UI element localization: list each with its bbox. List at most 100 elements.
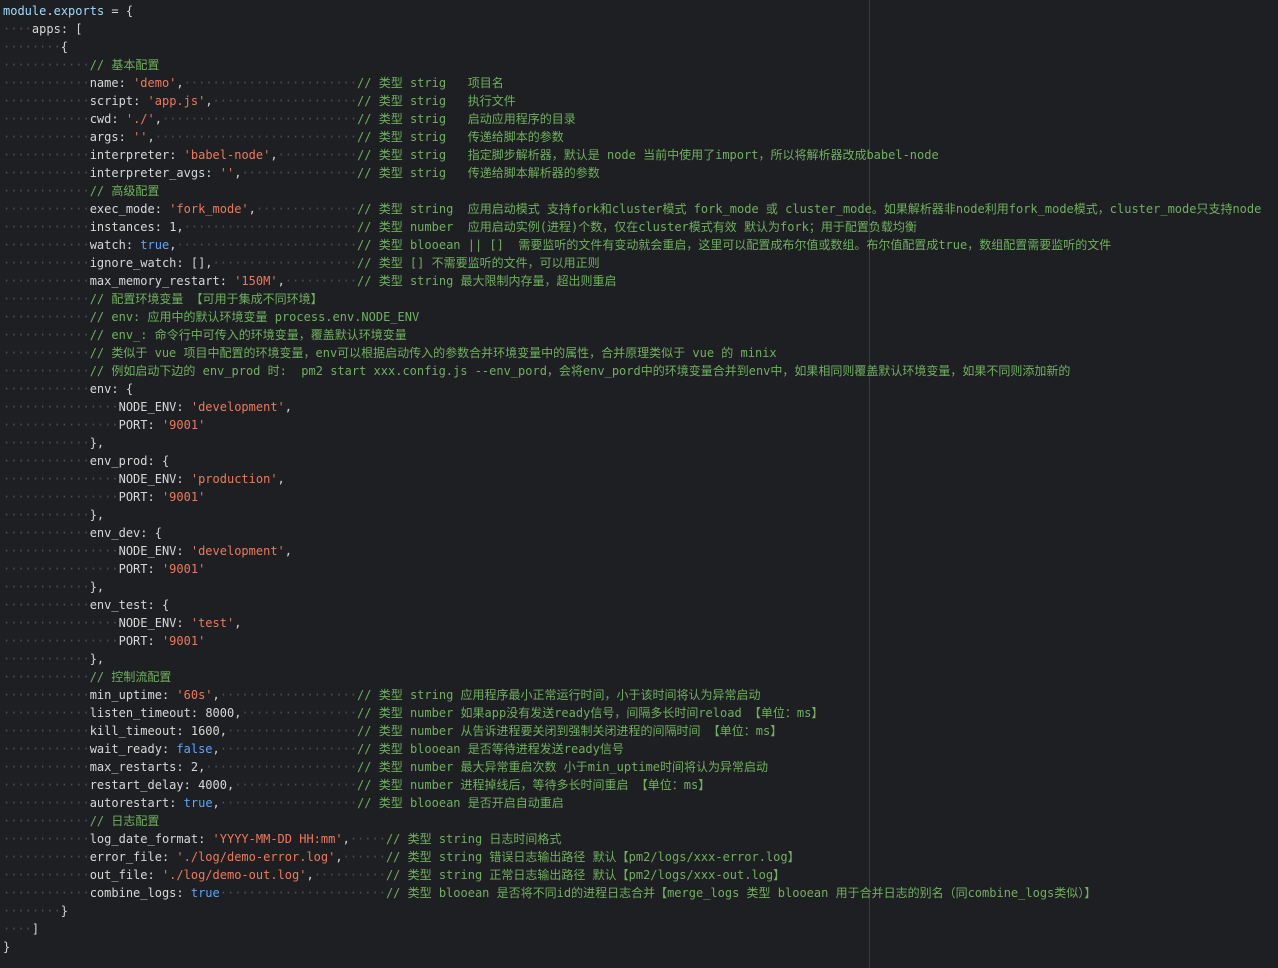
code-line[interactable]: ············kill_timeout: 1600,·········… xyxy=(3,722,1278,740)
code-comment: // 类型 string 应用程序最小正常运行时间，小于该时间将认为异常启动 xyxy=(357,688,761,702)
code-token: , xyxy=(306,868,314,882)
code-token: : xyxy=(147,418,162,432)
code-token: , xyxy=(335,850,343,864)
whitespace-marker: ····················· xyxy=(205,760,358,774)
code-token: : xyxy=(125,238,141,252)
code-line[interactable]: ············}, xyxy=(3,650,1278,668)
code-line[interactable]: ················NODE_ENV: 'test', xyxy=(3,614,1278,632)
code-token: : xyxy=(176,544,191,558)
code-line[interactable]: ············watch: true,················… xyxy=(3,236,1278,254)
code-line[interactable]: ············env_test: { xyxy=(3,596,1278,614)
code-line[interactable]: ············// 配置环境变量 【可用于集成不同环境】 xyxy=(3,290,1278,308)
indent-guide: ············ xyxy=(3,454,90,468)
code-line[interactable]: ················PORT: '9001' xyxy=(3,560,1278,578)
code-line[interactable]: ················NODE_ENV: 'production', xyxy=(3,470,1278,488)
indent-guide: ············ xyxy=(3,292,90,306)
code-line[interactable]: ············// 类似于 vue 项目中配置的环境变量，env可以根… xyxy=(3,344,1278,362)
code-comment: // 配置环境变量 【可用于集成不同环境】 xyxy=(89,292,323,306)
indent-guide: ············ xyxy=(3,76,90,90)
code-line[interactable]: ····apps: [ xyxy=(3,20,1278,38)
code-line[interactable]: ············max_memory_restart: '150M',·… xyxy=(3,272,1278,290)
code-key: ignore_watch xyxy=(89,256,177,270)
code-line[interactable]: ····] xyxy=(3,920,1278,938)
code-line[interactable]: ············min_uptime: '60s',··········… xyxy=(3,686,1278,704)
code-comment: // 类型 blooean 是否开启自动重启 xyxy=(357,796,564,810)
code-line[interactable]: ············listen_timeout: 8000,·······… xyxy=(3,704,1278,722)
code-line[interactable]: ············name: 'demo',···············… xyxy=(3,74,1278,92)
code-token: : xyxy=(183,778,199,792)
code-token: 1600 xyxy=(190,724,220,738)
code-key: PORT xyxy=(118,634,148,648)
code-line[interactable]: ············args: '',···················… xyxy=(3,128,1278,146)
code-key: PORT xyxy=(118,418,148,432)
code-line[interactable]: ········} xyxy=(3,902,1278,920)
code-line[interactable]: ············// 日志配置 xyxy=(3,812,1278,830)
whitespace-marker: ······ xyxy=(342,850,386,864)
code-line[interactable]: ············}, xyxy=(3,506,1278,524)
indent-guide: ············ xyxy=(3,652,90,666)
code-token: module xyxy=(3,4,47,18)
code-comment: // 高级配置 xyxy=(89,184,160,198)
code-line[interactable]: ············// 高级配置 xyxy=(3,182,1278,200)
code-line[interactable]: ················PORT: '9001' xyxy=(3,488,1278,506)
code-line[interactable]: ············}, xyxy=(3,434,1278,452)
code-line[interactable]: ············}, xyxy=(3,578,1278,596)
code-line[interactable]: ············cwd: './',··················… xyxy=(3,110,1278,128)
code-line[interactable]: ················PORT: '9001' xyxy=(3,416,1278,434)
code-editor[interactable]: module.exports = {····apps: [········{··… xyxy=(0,0,1278,968)
code-line[interactable]: ············// env: 应用中的默认环境变量 process.e… xyxy=(3,308,1278,326)
code-line[interactable]: ············error_file: './log/demo-erro… xyxy=(3,848,1278,866)
code-line[interactable]: ············combine_logs: true··········… xyxy=(3,884,1278,902)
code-line[interactable]: ············// 基本配置 xyxy=(3,56,1278,74)
indent-guide: ············ xyxy=(3,436,90,450)
code-line[interactable]: ············log_date_format: 'YYYY-MM-DD… xyxy=(3,830,1278,848)
code-line[interactable]: ············// 例如启动下边的 env_prod 时: pm2 s… xyxy=(3,362,1278,380)
code-line[interactable]: module.exports = { xyxy=(3,2,1278,20)
code-line[interactable]: ············interpreter: 'babel-node',··… xyxy=(3,146,1278,164)
indent-guide: ············ xyxy=(3,382,90,396)
code-line[interactable]: ············script: 'app.js',···········… xyxy=(3,92,1278,110)
code-line[interactable]: ················NODE_ENV: 'development', xyxy=(3,542,1278,560)
code-comment: // 类型 strig 执行文件 xyxy=(357,94,516,108)
whitespace-marker: ·········· xyxy=(313,868,386,882)
code-line[interactable]: ············// env_: 命令行中可传入的环境变量，覆盖默认环境… xyxy=(3,326,1278,344)
whitespace-marker: ·················· xyxy=(227,724,358,738)
code-line[interactable]: ············restart_delay: 4000,········… xyxy=(3,776,1278,794)
whitespace-marker: ···················· xyxy=(212,256,358,270)
code-line[interactable]: ············exec_mode: 'fork_mode',·····… xyxy=(3,200,1278,218)
indent-guide: ············ xyxy=(3,832,90,846)
code-line[interactable]: ················NODE_ENV: 'development', xyxy=(3,398,1278,416)
code-token: , xyxy=(147,130,155,144)
indent-guide: ············ xyxy=(3,580,90,594)
code-string: 'babel-node' xyxy=(183,148,271,162)
code-line[interactable]: ············out_file: './log/demo-out.lo… xyxy=(3,866,1278,884)
code-line[interactable]: ············env_dev: { xyxy=(3,524,1278,542)
code-line[interactable]: ············interpreter_avgs: '',·······… xyxy=(3,164,1278,182)
code-token: : xyxy=(176,616,191,630)
indent-guide: ············ xyxy=(3,130,90,144)
code-key: max_restarts xyxy=(89,760,177,774)
code-line[interactable]: ············instances: 1,···············… xyxy=(3,218,1278,236)
code-line[interactable]: ················PORT: '9001' xyxy=(3,632,1278,650)
code-line[interactable]: ············env: { xyxy=(3,380,1278,398)
code-line[interactable]: ············max_restarts: 2,············… xyxy=(3,758,1278,776)
code-line[interactable]: ············env_prod: { xyxy=(3,452,1278,470)
whitespace-marker: ··········· xyxy=(277,148,358,162)
whitespace-marker: ·············· xyxy=(255,202,358,216)
code-key: instances xyxy=(89,220,155,234)
code-string: '' xyxy=(219,166,235,180)
code-key: restart_delay xyxy=(89,778,184,792)
code-key: log_date_format xyxy=(89,832,199,846)
indent-guide: ············ xyxy=(3,58,90,72)
code-line[interactable]: ············// 控制流配置 xyxy=(3,668,1278,686)
code-line[interactable]: ············autorestart: true,··········… xyxy=(3,794,1278,812)
code-line[interactable]: ············wait_ready: false,··········… xyxy=(3,740,1278,758)
code-line[interactable]: ········{ xyxy=(3,38,1278,56)
code-comment: // env: 应用中的默认环境变量 process.env.NODE_ENV xyxy=(89,310,420,324)
code-string: 'demo' xyxy=(133,76,177,90)
whitespace-marker: ··················· xyxy=(219,742,358,756)
code-line[interactable]: ············ignore_watch: [],···········… xyxy=(3,254,1278,272)
code-line[interactable]: } xyxy=(3,938,1278,956)
code-area[interactable]: module.exports = {····apps: [········{··… xyxy=(3,2,1278,956)
indent-guide: ············ xyxy=(3,742,90,756)
